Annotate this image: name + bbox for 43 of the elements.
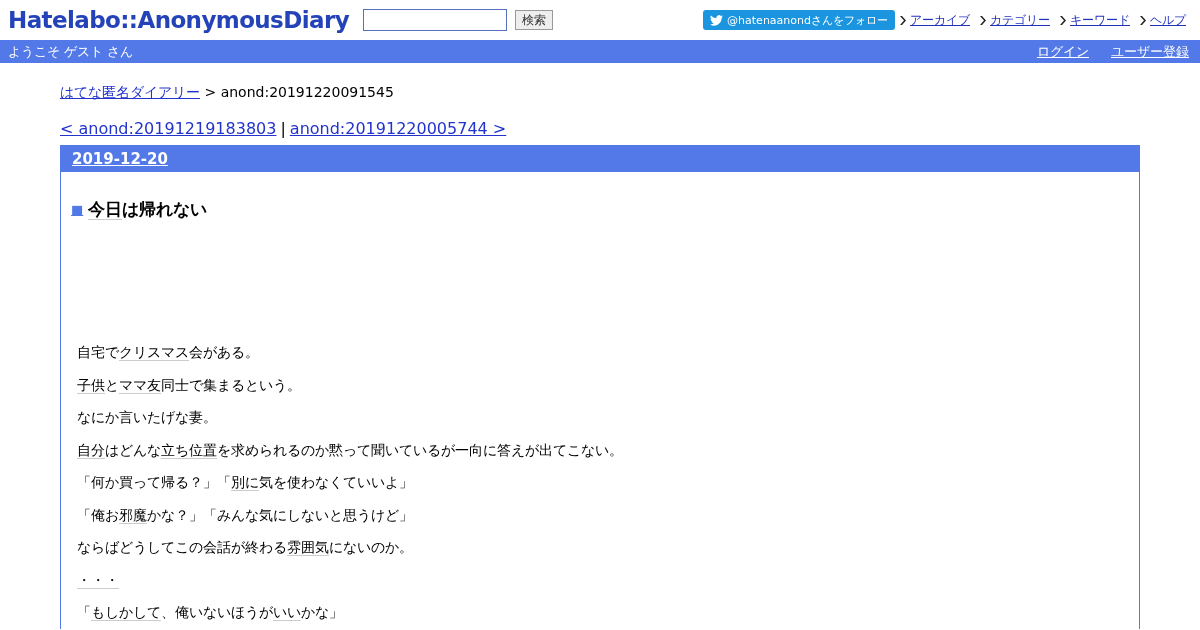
search-button[interactable]: 検索 <box>515 10 554 30</box>
keyword-link[interactable]: クリスマス <box>119 344 189 361</box>
date-link[interactable]: 2019-12-20 <box>72 150 168 168</box>
previous-link[interactable]: < anond:20191219183803 <box>60 119 277 138</box>
keyword-link[interactable]: 子供 <box>77 376 105 394</box>
keyword-link[interactable]: ・・・ <box>77 571 119 589</box>
user-link[interactable]: ログイン <box>1037 43 1089 59</box>
next-link[interactable]: anond:20191220005744 > <box>289 119 507 138</box>
paragraph: 自分はどんな立ち位置を求められるのか黙って聞いているが一向に答えが出てこない。 <box>77 440 624 460</box>
bird-icon <box>710 14 724 26</box>
arrow-icon <box>1060 15 1066 25</box>
arrow-icon <box>900 15 906 25</box>
paragraph: なにか言いたげな妻。 <box>77 408 218 427</box>
arrow-icon <box>980 15 986 25</box>
keyword-link[interactable]: 邪魔 <box>119 506 147 524</box>
nav-link[interactable]: ヘルプ <box>1150 11 1186 29</box>
keyword-link[interactable]: 今日 <box>88 199 123 220</box>
entry-title: 今日は帰れない <box>88 198 208 221</box>
keyword-link[interactable]: 自分 <box>77 441 105 459</box>
paragraph: 「もしかして、俺いないほうがいいかな」 <box>77 603 344 623</box>
nav-link[interactable]: キーワード <box>1070 11 1130 29</box>
nav-link[interactable]: カテゴリー <box>990 11 1050 29</box>
user-link[interactable]: ユーザー登録 <box>1111 43 1189 59</box>
keyword-link[interactable]: 別に <box>231 474 259 491</box>
search-field[interactable] <box>363 9 508 31</box>
separator: | <box>280 119 286 138</box>
keyword-link[interactable]: 雰囲気 <box>287 539 329 556</box>
paragraph: ならばどうしてこの会話が終わる 雰囲気にないのか。 <box>77 538 414 558</box>
paragraph: 子供と ママ友同士で集まるという。 <box>77 375 302 395</box>
keyword-link[interactable]: ママ友 <box>119 376 161 394</box>
breadcrumb-current: > anond:20191220091545 <box>204 84 394 100</box>
breadcrumb-link[interactable]: はてな匿名ダイアリー <box>60 84 200 100</box>
paragraph: 「何か買って帰る？」「別に気を使わなくていいよ」 <box>77 473 414 493</box>
nav-link[interactable]: アーカイブ <box>910 11 970 29</box>
paragraph: 「俺お邪魔かな？」「みんな気にしないと思うけど」 <box>77 505 414 525</box>
welcome-text: ようこそ ゲスト さん <box>8 42 134 61</box>
arrow-icon <box>1140 15 1146 25</box>
paragraph: 自宅でクリスマス会がある。 <box>77 343 260 363</box>
keyword-link[interactable]: 立ち位置 <box>161 441 217 459</box>
keyword-link[interactable]: いい <box>273 604 301 621</box>
site-logo[interactable]: Hatelabo::AnonymousDiary <box>8 7 350 33</box>
permalink-mark[interactable]: ■ <box>71 202 84 217</box>
keyword-link[interactable]: もしかして <box>91 604 161 621</box>
